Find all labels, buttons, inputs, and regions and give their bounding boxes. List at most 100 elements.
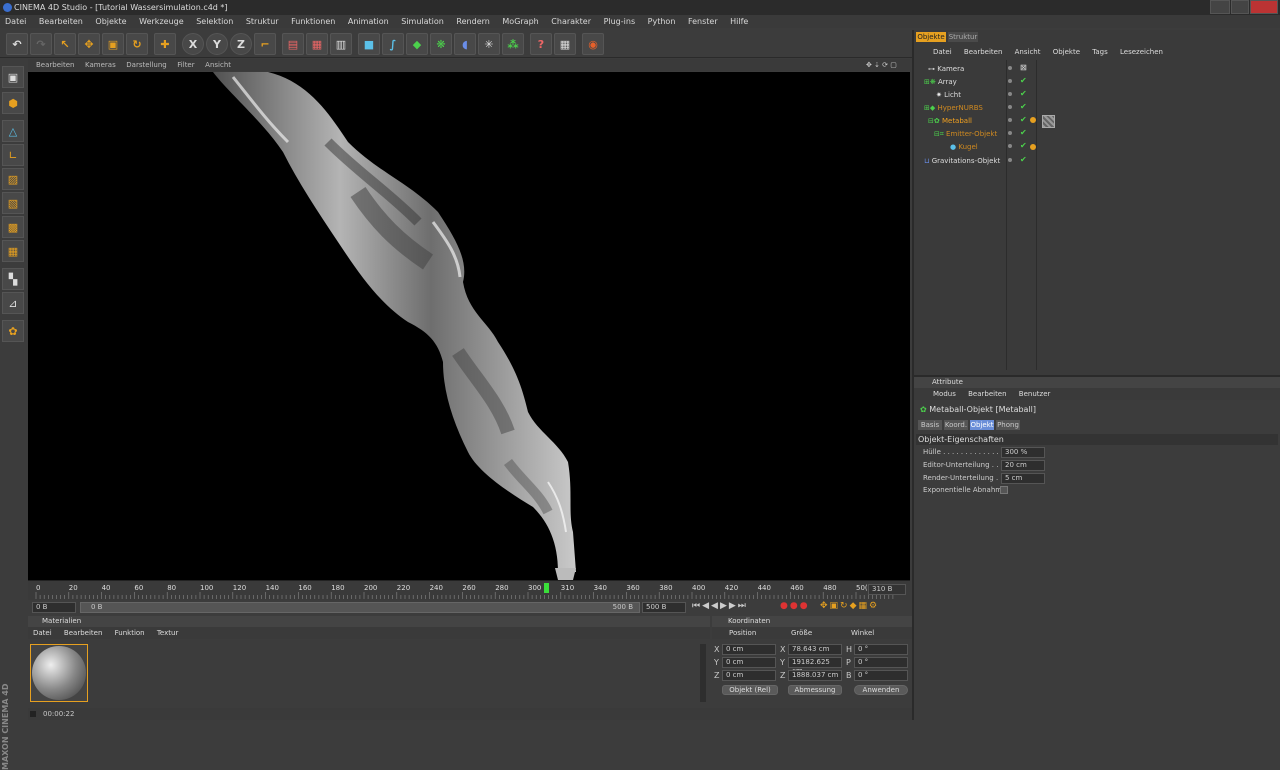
rotate-icon[interactable]: ↻ [126,33,148,55]
move-icon[interactable]: ✥ [78,33,100,55]
size-x-field[interactable]: 78.643 cm [788,644,842,655]
snap-icon[interactable]: ⊿ [2,292,24,314]
record-buttons[interactable]: ●●● [780,601,810,611]
render-settings-icon[interactable]: ▥ [330,33,352,55]
tab-phong[interactable]: Phong [996,420,1020,430]
object-row-gravitation[interactable]: ⊔ Gravitations-Objekt [920,155,1004,168]
edges-mode-icon[interactable]: ▧ [2,192,24,214]
rot-p-field[interactable]: 0 ° [854,657,908,668]
mat-menu-datei[interactable]: Datei [28,627,57,639]
tab-basis[interactable]: Basis [918,420,942,430]
camera-target-icon[interactable]: ⊠ [1020,63,1027,72]
menu-charakter[interactable]: Charakter [546,15,596,28]
minimize-button[interactable] [1210,0,1230,14]
enabled-check-icon[interactable]: ✔ [1020,76,1027,85]
vp-menu-ansicht[interactable]: Ansicht [197,59,231,71]
attr-menu-bearbeiten[interactable]: Bearbeiten [963,388,1011,400]
deformer-icon[interactable]: ◖ [454,33,476,55]
3d-viewport[interactable] [28,72,910,580]
undo-icon[interactable]: ↶ [6,33,28,55]
tag-dots-icon[interactable] [1030,144,1036,150]
menu-struktur[interactable]: Struktur [241,15,284,28]
close-button[interactable] [1250,0,1278,14]
object-mode-icon[interactable]: △ [2,120,24,142]
apply-button[interactable]: Anwenden [854,685,908,695]
checker-icon[interactable]: ▚ [2,268,24,290]
object-row-kugel[interactable]: ● Kugel [920,141,1004,154]
range-slider[interactable]: 0 B 500 B [80,602,640,613]
viewport-nav-icon[interactable]: ✥ ⇣ ⟳ ▢ [866,59,897,71]
timeline-playhead[interactable] [544,583,550,593]
tag-dots-icon[interactable] [1030,117,1036,123]
enabled-check-icon[interactable]: ✔ [1020,155,1027,164]
y-axis-icon[interactable]: Y [206,33,228,55]
menu-rendern[interactable]: Rendern [451,15,494,28]
tab-objekte[interactable]: Objekte [916,32,946,42]
render-globe-icon[interactable]: ◉ [582,33,604,55]
menu-selektion[interactable]: Selektion [191,15,238,28]
playback-buttons[interactable]: ⏮◀◀▶▶⏭ [692,601,748,611]
cube-icon[interactable]: ■ [358,33,380,55]
tab-koord[interactable]: Koord. [944,420,968,430]
exponentielle-abnahme-checkbox[interactable] [1000,486,1008,494]
texture-mode-icon[interactable]: ∟ [2,144,24,166]
enabled-check-icon[interactable]: ✔ [1020,89,1027,98]
coordinate-system-icon[interactable]: ⌐ [254,33,276,55]
size-y-field[interactable]: 19182.625 cm [788,657,842,675]
keyframe-buttons[interactable]: ✥▣↻◆▦⚙ [820,601,879,611]
size-z-field[interactable]: 1888.037 cm [788,670,842,681]
mat-menu-bearbeiten[interactable]: Bearbeiten [59,627,107,639]
rot-b-field[interactable]: 0 ° [854,670,908,681]
spline-icon[interactable]: ∫ [382,33,404,55]
editor-unterteilung-field[interactable]: 20 cm [1001,460,1045,471]
object-row-kamera[interactable]: ⊶ Kamera [920,63,1004,76]
tab-struktur[interactable]: Struktur [948,32,978,42]
attr-menu-benutzer[interactable]: Benutzer [1014,388,1056,400]
z-axis-icon[interactable]: Z [230,33,252,55]
enabled-check-icon[interactable]: ✔ [1020,102,1027,111]
vp-menu-filter[interactable]: Filter [169,59,194,71]
obj-menu-datei[interactable]: Datei [928,46,957,58]
material-tag-icon[interactable] [1042,115,1055,128]
size-mode-dropdown[interactable]: Abmessung [788,685,842,695]
obj-menu-ansicht[interactable]: Ansicht [1010,46,1046,58]
object-row-hypernurbs[interactable]: ⊞◆ HyperNURBS [920,102,1004,115]
sculpt-icon[interactable]: ✿ [2,320,24,342]
x-axis-icon[interactable]: X [182,33,204,55]
vp-menu-kameras[interactable]: Kameras [77,59,116,71]
object-row-metaball[interactable]: ⊟✿ Metaball [920,115,1004,128]
vp-menu-bearbeiten[interactable]: Bearbeiten [28,59,74,71]
add-object-icon[interactable]: ✚ [154,33,176,55]
render-unterteilung-field[interactable]: 5 cm [1001,473,1045,484]
menu-objekte[interactable]: Objekte [90,15,131,28]
object-row-licht[interactable]: ✷ Licht [920,89,1004,102]
obj-menu-tags[interactable]: Tags [1087,46,1113,58]
enabled-check-icon[interactable]: ✔ [1020,128,1027,137]
coord-mode-dropdown[interactable]: Objekt (Rel) [722,685,778,695]
end-frame-field[interactable]: 500 B [642,602,686,613]
help-icon[interactable]: ? [530,33,552,55]
menu-bearbeiten[interactable]: Bearbeiten [34,15,88,28]
layout-icon[interactable]: ▦ [554,33,576,55]
polygons-mode-icon[interactable]: ▩ [2,216,24,238]
scale-icon[interactable]: ▣ [102,33,124,55]
rot-h-field[interactable]: 0 ° [854,644,908,655]
menu-fenster[interactable]: Fenster [683,15,723,28]
obj-menu-objekte[interactable]: Objekte [1048,46,1085,58]
pos-x-field[interactable]: 0 cm [722,644,776,655]
materials-scrollbar[interactable] [700,644,706,702]
maximize-button[interactable] [1231,0,1249,14]
uv-mode-icon[interactable]: ▦ [2,240,24,262]
menu-hilfe[interactable]: Hilfe [725,15,753,28]
model-mode-icon[interactable]: ⬢ [2,92,24,114]
points-mode-icon[interactable]: ▨ [2,168,24,190]
pos-y-field[interactable]: 0 cm [722,657,776,668]
mat-menu-textur[interactable]: Textur [152,627,183,639]
start-frame-field[interactable]: 0 B [32,602,76,613]
current-frame-field[interactable]: 310 B [868,584,906,595]
select-arrow-icon[interactable]: ↖ [54,33,76,55]
obj-menu-bearbeiten[interactable]: Bearbeiten [959,46,1007,58]
menu-funktionen[interactable]: Funktionen [286,15,340,28]
menu-python[interactable]: Python [643,15,681,28]
menu-simulation[interactable]: Simulation [396,15,449,28]
